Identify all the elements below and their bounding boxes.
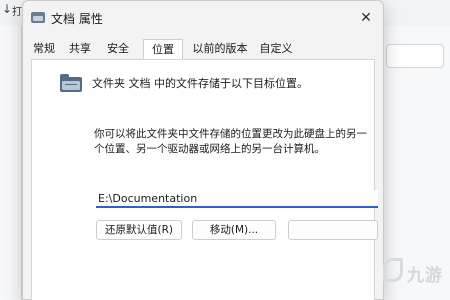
tab-general[interactable]: 常规 bbox=[31, 41, 57, 59]
path-input[interactable] bbox=[96, 190, 378, 208]
watermark-text: 九游 bbox=[407, 266, 443, 286]
explorer-search-box[interactable] bbox=[386, 44, 444, 68]
tab-sharing[interactable]: 共享 bbox=[67, 41, 93, 59]
location-description: 你可以将此文件夹中文件存储的位置更改为此硬盘上的另一个位置、另一个驱动器或网络上… bbox=[94, 128, 367, 155]
find-target-button[interactable] bbox=[288, 220, 378, 240]
toolbar-label-fragment[interactable]: 打 bbox=[12, 3, 22, 18]
location-tab-panel: 文件夹 文档 中的文件存储于以下目标位置。 你可以将此文件夹中文件存储的位置更改… bbox=[31, 59, 378, 300]
watermark-logo-icon bbox=[383, 258, 403, 282]
close-icon[interactable]: ✕ bbox=[355, 7, 377, 29]
properties-dialog: 文档 属性 ✕ 常规 共享 安全 位置 以前的版本 自定义 文件夹 文档 中的文… bbox=[22, 0, 384, 300]
dialog-title: 文档 属性 bbox=[51, 12, 103, 26]
explorer-nav-pane bbox=[0, 26, 22, 300]
tab-previous-versions[interactable]: 以前的版本 bbox=[189, 41, 251, 59]
down-arrow-icon[interactable]: ↓ bbox=[2, 2, 12, 16]
location-heading: 文件夹 文档 中的文件存储于以下目标位置。 bbox=[92, 77, 308, 90]
tab-security[interactable]: 安全 bbox=[105, 41, 131, 59]
folder-icon bbox=[31, 12, 45, 23]
restore-default-button[interactable]: 还原默认值(R) bbox=[96, 220, 182, 240]
tab-customize[interactable]: 自定义 bbox=[257, 41, 295, 59]
tab-location[interactable]: 位置 bbox=[143, 39, 183, 59]
dialog-titlebar[interactable]: 文档 属性 ✕ bbox=[23, 1, 383, 35]
move-button[interactable]: 移动(M)... bbox=[192, 220, 276, 240]
folder-icon bbox=[60, 74, 82, 92]
